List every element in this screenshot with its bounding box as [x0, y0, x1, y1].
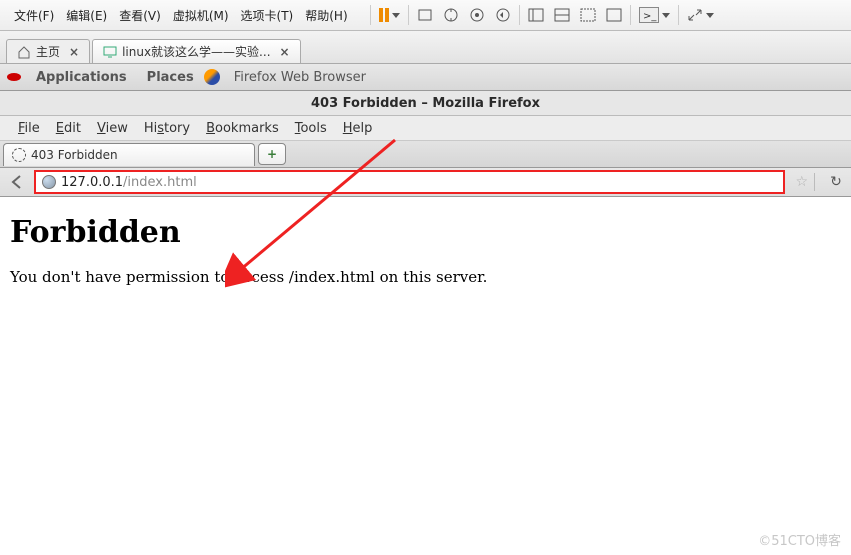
- separator: [678, 5, 679, 25]
- console-icon[interactable]: >_: [639, 7, 659, 23]
- firefox-window-title-text: 403 Forbidden – Mozilla Firefox: [311, 96, 540, 111]
- page-message: You don't have permission to access /ind…: [10, 268, 841, 286]
- vm-menu-view[interactable]: 查看(V): [113, 7, 167, 24]
- firefox-menu-bar: File Edit View History Bookmarks Tools H…: [0, 116, 851, 141]
- vm-tab-active-label: linux就该这么学——实验...: [122, 43, 270, 60]
- watermark: ©51CTO博客: [758, 530, 841, 549]
- url-bar[interactable]: 127.0.0.1/index.html: [34, 170, 785, 194]
- url-path: /index.html: [123, 175, 197, 190]
- gnome-applications[interactable]: Applications: [26, 70, 137, 85]
- layout-icon-2[interactable]: [554, 8, 570, 22]
- pause-icon[interactable]: [379, 8, 389, 22]
- page-heading: Forbidden: [10, 215, 841, 250]
- firefox-tab-label: 403 Forbidden: [31, 148, 118, 162]
- back-button[interactable]: [6, 171, 28, 193]
- firefox-new-tab-button[interactable]: +: [258, 143, 286, 165]
- vm-tab-home[interactable]: 主页 ×: [6, 39, 90, 63]
- back-arrow-icon: [7, 172, 27, 192]
- separator: [519, 5, 520, 25]
- monitor-icon: [103, 45, 117, 59]
- page-icon: [12, 148, 26, 162]
- ff-menu-file[interactable]: File: [10, 121, 48, 136]
- vm-menu-tabs[interactable]: 选项卡(T): [235, 7, 300, 24]
- redhat-icon: [6, 69, 22, 85]
- expand-icon[interactable]: [687, 8, 703, 22]
- vm-tab-strip: 主页 × linux就该这么学——实验... ×: [0, 31, 851, 64]
- close-icon[interactable]: ×: [280, 45, 290, 59]
- plus-icon: +: [267, 147, 277, 161]
- vm-menu-vm[interactable]: 虚拟机(M): [167, 7, 235, 24]
- reload-button[interactable]: ↻: [827, 173, 845, 191]
- ff-menu-view[interactable]: View: [89, 121, 136, 136]
- star-icon[interactable]: ☆: [795, 174, 808, 190]
- gnome-top-bar: Applications Places Firefox Web Browser: [0, 64, 851, 91]
- vm-menu-bar: 文件(F) 编辑(E) 查看(V) 虚拟机(M) 选项卡(T) 帮助(H) >_: [0, 0, 851, 31]
- ff-menu-tools[interactable]: Tools: [287, 121, 335, 136]
- layout-icon-3[interactable]: [580, 8, 596, 22]
- send-keys-icon[interactable]: [417, 7, 433, 23]
- separator: [630, 5, 631, 25]
- vm-menu-help[interactable]: 帮助(H): [299, 7, 353, 24]
- dropdown-icon[interactable]: [392, 13, 400, 18]
- layout-icon-1[interactable]: [528, 8, 544, 22]
- firefox-icon: [204, 69, 220, 85]
- snapshot-icon[interactable]: [443, 7, 459, 23]
- dropdown-icon[interactable]: [706, 13, 714, 18]
- globe-icon: [42, 175, 56, 189]
- firefox-window-title: 403 Forbidden – Mozilla Firefox: [0, 91, 851, 116]
- gnome-places[interactable]: Places: [137, 70, 204, 85]
- separator: [370, 5, 371, 25]
- snapshot-manage-icon[interactable]: [469, 7, 485, 23]
- ff-menu-help[interactable]: Help: [335, 121, 381, 136]
- home-icon: [17, 45, 31, 59]
- vm-tab-active[interactable]: linux就该这么学——实验... ×: [92, 39, 301, 63]
- ff-menu-history[interactable]: History: [136, 121, 198, 136]
- ff-menu-bookmarks[interactable]: Bookmarks: [198, 121, 287, 136]
- firefox-toolbar: 127.0.0.1/index.html ☆ ↻: [0, 168, 851, 197]
- dropdown-icon[interactable]: [662, 13, 670, 18]
- svg-text:>_: >_: [643, 11, 657, 22]
- firefox-tab-strip: 403 Forbidden +: [0, 141, 851, 168]
- fullscreen-icon[interactable]: [606, 8, 622, 22]
- separator: [408, 5, 409, 25]
- separator: [814, 173, 815, 191]
- firefox-tab-active[interactable]: 403 Forbidden: [3, 143, 255, 166]
- vm-menu-edit[interactable]: 编辑(E): [60, 7, 113, 24]
- url-host: 127.0.0.1: [61, 175, 123, 190]
- close-icon[interactable]: ×: [69, 45, 79, 59]
- gnome-app-firefox[interactable]: Firefox Web Browser: [224, 70, 376, 85]
- revert-icon[interactable]: [495, 7, 511, 23]
- vm-tab-home-label: 主页: [36, 43, 60, 60]
- ff-menu-edit[interactable]: Edit: [48, 121, 89, 136]
- page-content: Forbidden You don't have permission to a…: [0, 197, 851, 300]
- vm-menu-file[interactable]: 文件(F): [8, 7, 60, 24]
